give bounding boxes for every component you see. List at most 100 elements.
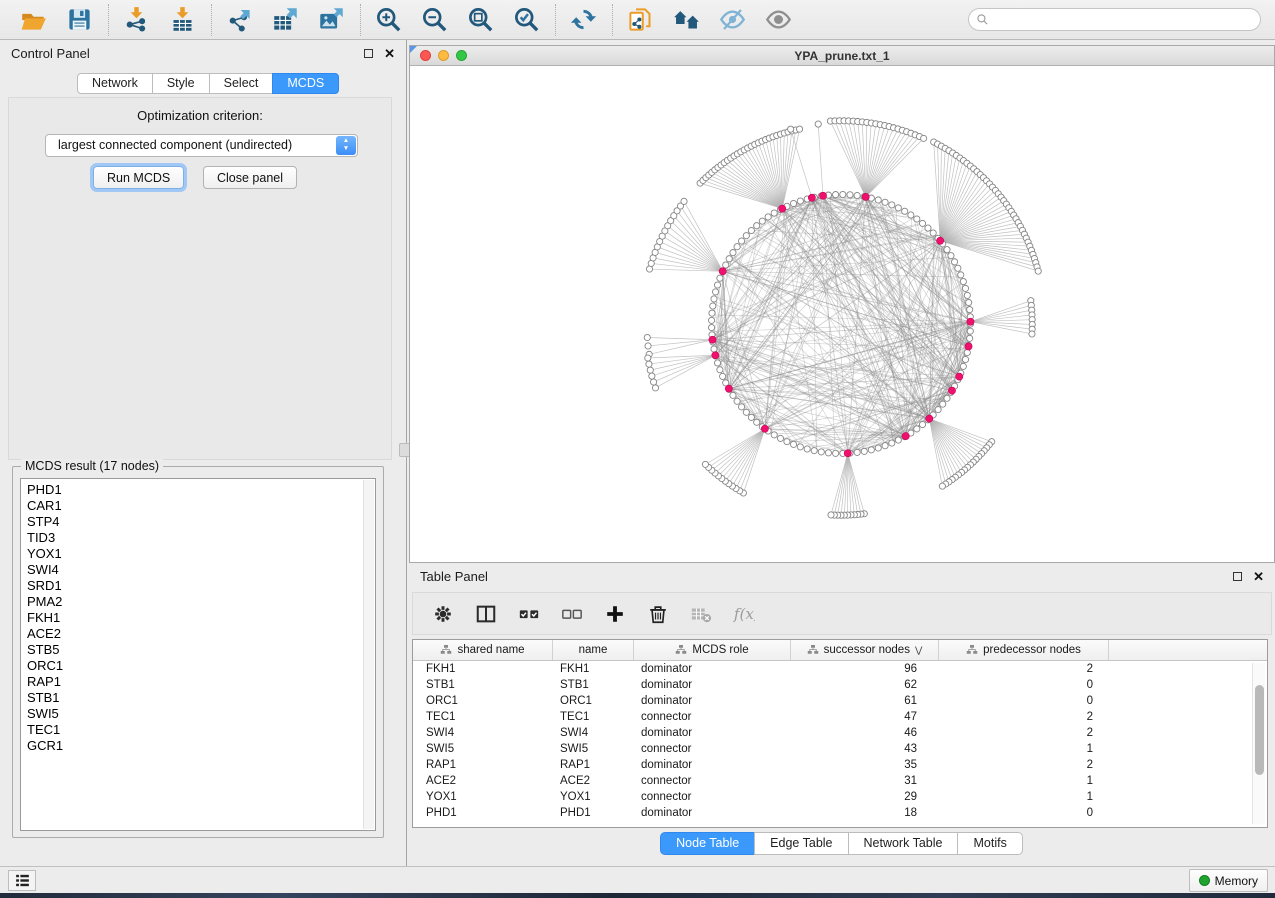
function-builder-button[interactable]: f(x) xyxy=(733,602,757,626)
first-neighbors-button[interactable] xyxy=(672,5,702,35)
tab-node-table[interactable]: Node Table xyxy=(660,832,755,855)
memory-status-icon xyxy=(1199,875,1210,886)
hide-selected-button[interactable] xyxy=(718,5,748,35)
float-panel-icon[interactable] xyxy=(364,49,373,58)
column-layout-button[interactable] xyxy=(475,602,499,626)
zoom-in-icon xyxy=(375,6,402,33)
task-list-icon xyxy=(14,872,31,889)
export-network-button[interactable] xyxy=(225,5,255,35)
column-header-MCDS-role[interactable]: MCDS role xyxy=(634,640,791,660)
close-panel-icon[interactable]: ✕ xyxy=(384,49,395,58)
tab-edge-table[interactable]: Edge Table xyxy=(754,832,848,855)
table-cell: ACE2 xyxy=(553,775,634,787)
table-row[interactable]: PHD1PHD1dominator180 xyxy=(413,805,1267,821)
mcds-tab-content: Optimization criterion: largest connecte… xyxy=(8,97,392,460)
search-input[interactable] xyxy=(989,10,1253,29)
memory-button[interactable]: Memory xyxy=(1189,869,1268,892)
search-box[interactable] xyxy=(968,8,1261,31)
mcds-result-item: YOX1 xyxy=(27,546,361,562)
import-table-button[interactable] xyxy=(168,5,198,35)
table-scrollbar-thumb[interactable] xyxy=(1255,685,1264,775)
zoom-out-button[interactable] xyxy=(420,5,450,35)
zoom-fit-button[interactable] xyxy=(466,5,496,35)
table-cell: 62 xyxy=(791,679,939,691)
column-header-shared-name[interactable]: shared name xyxy=(413,640,553,660)
mcds-result-item: TEC1 xyxy=(27,722,361,738)
export-table-button[interactable] xyxy=(271,5,301,35)
import-network-button[interactable] xyxy=(122,5,152,35)
table-cell: RAP1 xyxy=(413,759,553,771)
delete-column-button[interactable] xyxy=(647,602,671,626)
table-scrollbar[interactable] xyxy=(1252,663,1265,824)
close-panel-button[interactable]: Close panel xyxy=(203,166,297,189)
table-cell: connector xyxy=(634,711,791,723)
close-table-panel-icon[interactable]: ✕ xyxy=(1253,572,1264,581)
optimization-criterion-select[interactable]: largest connected component (undirected)… xyxy=(45,134,358,157)
search-icon xyxy=(976,13,989,26)
table-row[interactable]: SWI4SWI4dominator462 xyxy=(413,725,1267,741)
table-cell: RAP1 xyxy=(553,759,634,771)
network-view-window: YPA_prune.txt_1 xyxy=(409,45,1275,563)
network-canvas[interactable] xyxy=(410,67,1274,562)
column-header-predecessor-nodes[interactable]: predecessor nodes xyxy=(939,640,1109,660)
task-history-button[interactable] xyxy=(8,870,36,891)
open-file-button[interactable] xyxy=(19,5,49,35)
close-window-icon[interactable] xyxy=(420,50,431,61)
save-session-button[interactable] xyxy=(65,5,95,35)
import-network-icon xyxy=(123,6,150,33)
table-row[interactable]: RAP1RAP1dominator352 xyxy=(413,757,1267,773)
table-cell: 47 xyxy=(791,711,939,723)
table-cell: 35 xyxy=(791,759,939,771)
duplicate-network-button[interactable] xyxy=(626,5,656,35)
tab-style[interactable]: Style xyxy=(152,73,210,94)
zoom-in-button[interactable] xyxy=(374,5,404,35)
run-mcds-button[interactable]: Run MCDS xyxy=(93,166,184,189)
table-cell: YOX1 xyxy=(553,791,634,803)
network-window-titlebar[interactable]: YPA_prune.txt_1 xyxy=(410,46,1274,66)
show-all-button[interactable] xyxy=(764,5,794,35)
table-row[interactable]: TEC1TEC1connector472 xyxy=(413,709,1267,725)
minimize-window-icon[interactable] xyxy=(438,50,449,61)
table-row[interactable]: FKH1FKH1dominator962 xyxy=(413,661,1267,677)
add-column-button[interactable] xyxy=(604,602,628,626)
table-row[interactable]: ORC1ORC1dominator610 xyxy=(413,693,1267,709)
export-image-button[interactable] xyxy=(317,5,347,35)
mcds-result-item: STB1 xyxy=(27,690,361,706)
mcds-result-item: ACE2 xyxy=(27,626,361,642)
table-cell: 18 xyxy=(791,807,939,819)
control-panel-tabs: NetworkStyleSelectMCDS xyxy=(78,73,339,94)
refresh-view-button[interactable] xyxy=(569,5,599,35)
tab-select[interactable]: Select xyxy=(209,73,274,94)
table-cell: PHD1 xyxy=(553,807,634,819)
mcds-result-item: STB5 xyxy=(27,642,361,658)
table-row[interactable]: ACE2ACE2connector311 xyxy=(413,773,1267,789)
table-row[interactable]: YOX1YOX1connector291 xyxy=(413,789,1267,805)
select-all-button[interactable] xyxy=(518,602,542,626)
mcds-list-scrollbar[interactable] xyxy=(363,480,374,829)
tab-mcds[interactable]: MCDS xyxy=(272,73,339,94)
main-toolbar xyxy=(0,0,1275,40)
mcds-result-list[interactable]: PHD1CAR1STP4TID3YOX1SWI4SRD1PMA2FKH1ACE2… xyxy=(20,478,376,831)
mcds-result-item: CAR1 xyxy=(27,498,361,514)
tab-network-table[interactable]: Network Table xyxy=(848,832,959,855)
maximize-window-icon[interactable] xyxy=(456,50,467,61)
zoom-out-icon xyxy=(421,6,448,33)
mcds-result-item: SRD1 xyxy=(27,578,361,594)
delete-table-button[interactable] xyxy=(690,602,714,626)
deselect-all-button[interactable] xyxy=(561,602,585,626)
table-row[interactable]: SWI5SWI5connector431 xyxy=(413,741,1267,757)
table-cell: 2 xyxy=(939,663,1109,675)
export-table-icon xyxy=(272,6,299,33)
table-cell: 46 xyxy=(791,727,939,739)
mcds-result-item: PMA2 xyxy=(27,594,361,610)
column-header-name[interactable]: name xyxy=(553,640,634,660)
table-row[interactable]: STB1STB1dominator620 xyxy=(413,677,1267,693)
zoom-selected-button[interactable] xyxy=(512,5,542,35)
table-settings-button[interactable] xyxy=(432,602,456,626)
mcds-result-item: RAP1 xyxy=(27,674,361,690)
tab-network[interactable]: Network xyxy=(77,73,153,94)
tab-motifs[interactable]: Motifs xyxy=(957,832,1022,855)
float-table-panel-icon[interactable] xyxy=(1233,572,1242,581)
tree-icon xyxy=(440,644,452,656)
column-header-successor-nodes[interactable]: successor nodes⋁ xyxy=(791,640,939,660)
